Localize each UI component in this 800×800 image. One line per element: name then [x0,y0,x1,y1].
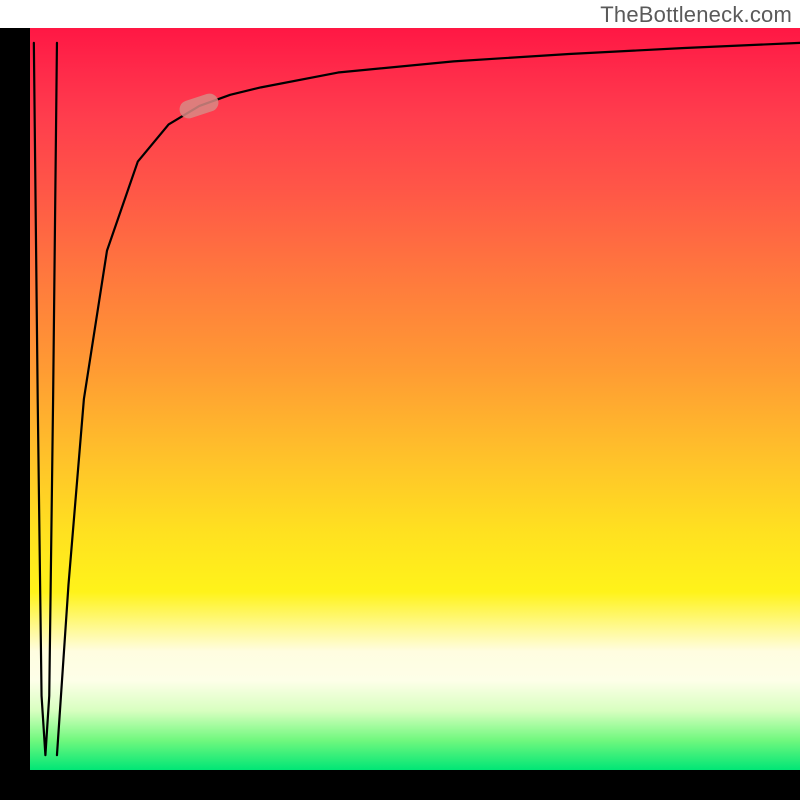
watermark-text: TheBottleneck.com [600,2,792,28]
curve-layer [30,28,800,770]
plot-area [30,28,800,770]
chart-stage: TheBottleneck.com [0,0,800,800]
plot-frame [0,28,800,800]
curve-path [57,43,800,755]
spike-path [34,43,57,755]
